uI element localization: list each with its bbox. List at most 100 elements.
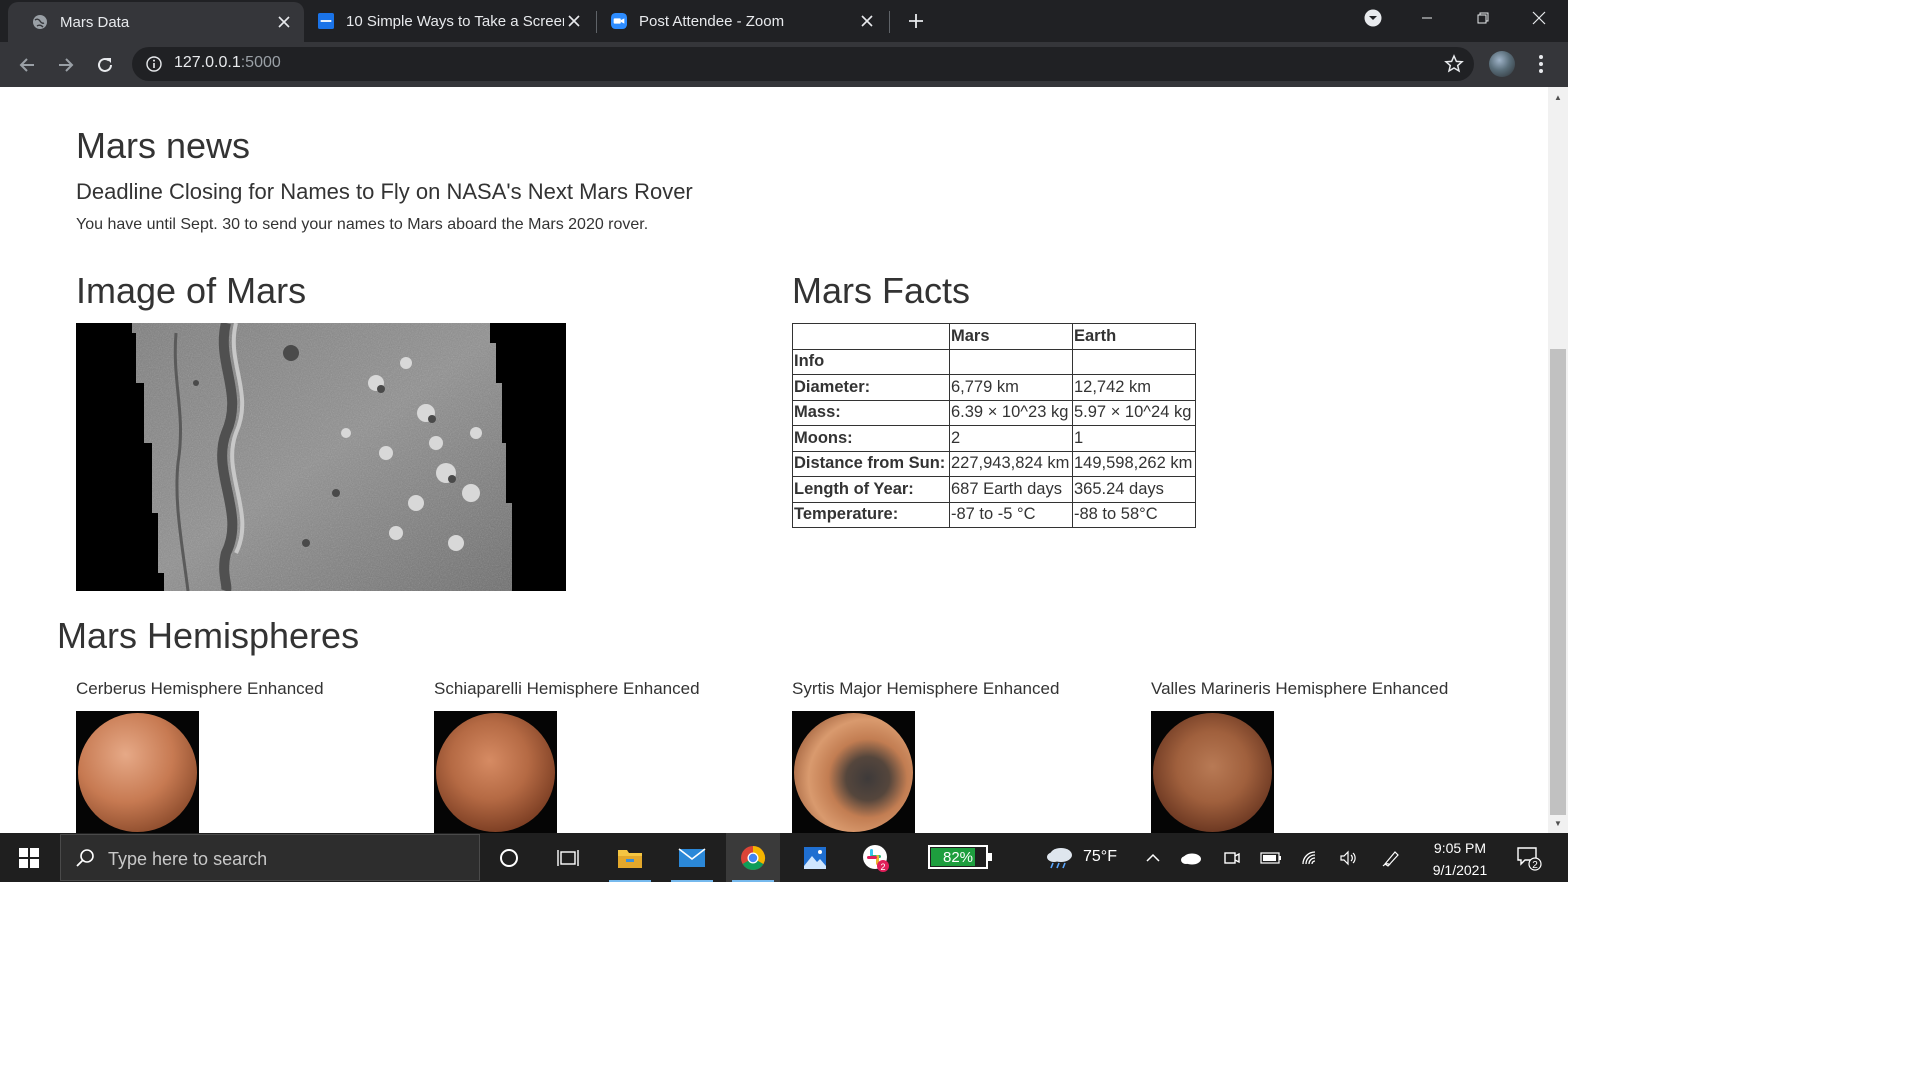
- table-cell: 6.39 × 10^23 kg: [949, 399, 1073, 426]
- browser-menu-icon[interactable]: [1530, 52, 1552, 76]
- new-tab-button[interactable]: [903, 8, 929, 34]
- page-scrollbar[interactable]: ▲ ▼: [1548, 87, 1568, 833]
- table-cell: -87 to -5 °C: [949, 501, 1073, 528]
- chevron-up-icon: [1146, 853, 1160, 862]
- tab-strip: Mars Data 10 Simple Ways to Take a Scree…: [0, 0, 1568, 42]
- action-center-button[interactable]: 2: [1516, 845, 1542, 876]
- scroll-down-arrow-icon[interactable]: ▼: [1548, 815, 1568, 831]
- battery-nub: [988, 853, 992, 861]
- table-row: Moons: 2 1: [792, 425, 1196, 452]
- system-clock[interactable]: 9:05 PM 9/1/2021: [1410, 837, 1510, 881]
- pen-icon: [1382, 851, 1399, 867]
- hemisphere-image[interactable]: [1151, 711, 1274, 833]
- header-cell: Mars: [949, 323, 1073, 350]
- hemisphere-image[interactable]: [76, 711, 199, 833]
- windows-logo-icon: [19, 847, 39, 868]
- table-row: Info: [792, 348, 1196, 375]
- scrollbar-thumb[interactable]: [1550, 349, 1566, 815]
- hemispheres-heading: Mars Hemispheres: [57, 615, 360, 656]
- table-cell: 6,779 km: [949, 374, 1073, 401]
- file-explorer-button[interactable]: [603, 833, 657, 882]
- close-window-button[interactable]: [1512, 0, 1566, 36]
- header-cell: Earth: [1072, 323, 1196, 350]
- row-label: Mass:: [792, 399, 950, 426]
- tab-zoom[interactable]: Post Attendee - Zoom: [597, 0, 887, 42]
- scroll-up-arrow-icon[interactable]: ▲: [1548, 89, 1568, 105]
- url-host: 127.0.0.1: [174, 54, 241, 71]
- image-heading: Image of Mars: [76, 270, 307, 311]
- battery-icon: [1260, 852, 1281, 864]
- table-row: Mass: 6.39 × 10^23 kg 5.97 × 10^24 kg: [792, 399, 1196, 426]
- table-header-row: Mars Earth: [792, 323, 1196, 350]
- onedrive-tray-icon[interactable]: [1180, 847, 1202, 869]
- address-bar[interactable]: 127.0.0.1:5000: [132, 47, 1474, 81]
- header-cell: [792, 323, 950, 350]
- close-tab-icon[interactable]: [274, 12, 294, 32]
- hemisphere-image[interactable]: [434, 711, 557, 833]
- hemisphere-image[interactable]: [792, 711, 915, 833]
- meet-now-tray-icon[interactable]: [1221, 847, 1243, 869]
- reload-button[interactable]: [91, 51, 119, 79]
- hemisphere-title: Schiaparelli Hemisphere Enhanced: [434, 679, 700, 698]
- clock-time: 9:05 PM: [1433, 840, 1487, 856]
- table-cell: [1072, 348, 1196, 375]
- tab-mars-data[interactable]: Mars Data: [8, 2, 304, 42]
- minimize-button[interactable]: [1400, 0, 1454, 36]
- table-cell: 365.24 days: [1072, 476, 1196, 503]
- start-button[interactable]: [0, 833, 58, 882]
- table-row: Distance from Sun: 227,943,824 km 149,59…: [792, 450, 1196, 477]
- zoom-icon: [611, 13, 627, 29]
- volume-tray-icon[interactable]: [1338, 847, 1360, 869]
- row-label: Length of Year:: [792, 476, 950, 503]
- site-favicon-icon: [318, 13, 334, 29]
- globe-icon: [32, 14, 48, 30]
- mars-facts-table: Mars Earth Info Diameter: 6,779 km 12,74…: [792, 323, 1196, 528]
- site-info-icon[interactable]: [146, 56, 162, 77]
- bookmark-star-icon[interactable]: [1444, 54, 1464, 79]
- restore-button[interactable]: [1456, 0, 1510, 36]
- battery-indicator[interactable]: 82%: [928, 845, 992, 869]
- cortana-button[interactable]: [482, 833, 536, 882]
- speaker-icon: [1340, 850, 1356, 866]
- taskbar-search[interactable]: Type here to search: [60, 834, 480, 881]
- table-cell: 5.97 × 10^24 kg: [1072, 399, 1196, 426]
- wifi-tray-icon[interactable]: [1300, 847, 1322, 869]
- show-hidden-icons-button[interactable]: [1142, 847, 1164, 869]
- hemisphere-card-valles-marineris: Valles Marineris Hemisphere Enhanced: [1151, 679, 1448, 833]
- profile-avatar[interactable]: [1489, 51, 1515, 77]
- search-placeholder: Type here to search: [108, 849, 268, 869]
- task-view-button[interactable]: [541, 833, 595, 882]
- battery-tray-icon[interactable]: [1260, 847, 1282, 869]
- mail-button[interactable]: [665, 833, 719, 882]
- chrome-icon: [741, 845, 766, 870]
- tab-screenshot-article[interactable]: 10 Simple Ways to Take a Screen: [304, 0, 594, 42]
- table-cell: -88 to 58°C: [1072, 501, 1196, 528]
- hemisphere-title: Cerberus Hemisphere Enhanced: [76, 679, 324, 698]
- url-port: :5000: [240, 54, 281, 71]
- photos-button[interactable]: [788, 833, 842, 882]
- back-button[interactable]: [13, 51, 41, 79]
- chrome-button[interactable]: [726, 833, 780, 882]
- forward-button[interactable]: [52, 51, 80, 79]
- slack-badge: 2: [880, 862, 885, 872]
- pen-tray-icon[interactable]: [1380, 847, 1402, 869]
- tab-search-button[interactable]: [1346, 0, 1400, 36]
- index-label: Info: [792, 348, 950, 375]
- table-cell: 2: [949, 425, 1073, 452]
- close-tab-icon[interactable]: [564, 11, 584, 31]
- news-heading: Mars news: [76, 125, 251, 166]
- page-content: Mars news Deadline Closing for Names to …: [0, 87, 1548, 833]
- table-cell: 149,598,262 km: [1072, 450, 1196, 477]
- photos-icon: [804, 846, 826, 869]
- tab-title: 10 Simple Ways to Take a Screen: [346, 12, 564, 30]
- notification-count: 2: [1532, 860, 1538, 871]
- wifi-icon: [1302, 851, 1316, 865]
- table-row: Length of Year: 687 Earth days 365.24 da…: [792, 476, 1196, 503]
- tab-separator: [889, 11, 890, 33]
- weather-widget[interactable]: 75°F: [1045, 845, 1117, 869]
- tab-title: Mars Data: [60, 13, 130, 31]
- task-view-icon: [557, 849, 579, 866]
- slack-button[interactable]: 2: [849, 833, 903, 882]
- close-tab-icon[interactable]: [857, 11, 877, 31]
- weather-temp: 75°F: [1083, 848, 1117, 865]
